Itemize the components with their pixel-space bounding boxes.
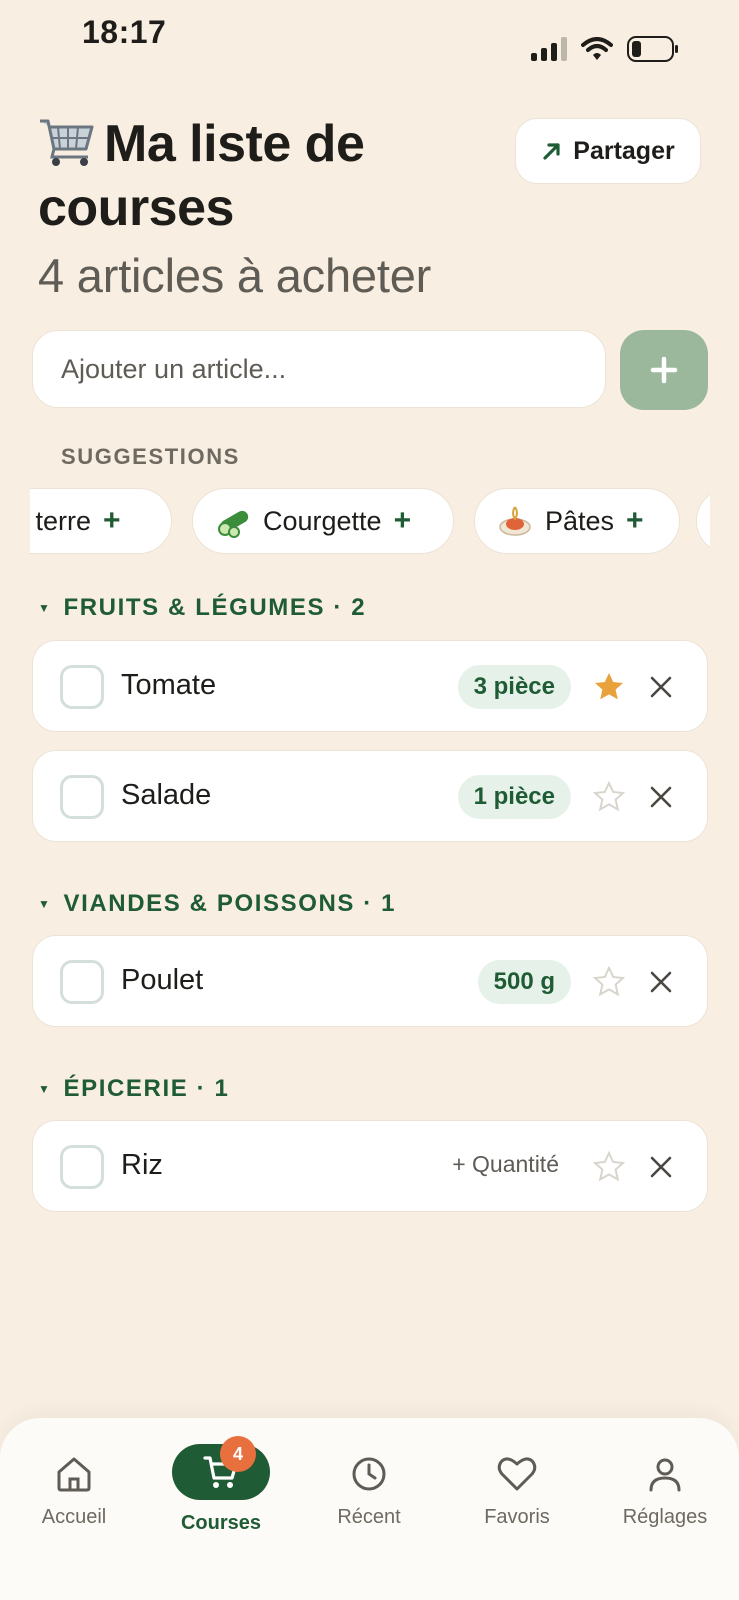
plus-icon: + <box>103 504 121 537</box>
item-checkbox[interactable] <box>60 1145 104 1189</box>
plus-icon: + <box>626 504 644 537</box>
section-title: ÉPICERIE · 1 <box>63 1075 230 1102</box>
wifi-icon <box>581 37 613 60</box>
cart-count-badge: 4 <box>220 1436 256 1472</box>
tab-accueil[interactable]: Accueil <box>14 1454 134 1529</box>
status-icons <box>531 36 679 62</box>
tab-label: Réglages <box>622 1506 708 1528</box>
home-icon <box>57 1457 91 1492</box>
tab-label: Accueil <box>41 1506 107 1528</box>
status-bar: 18:17 <box>0 0 739 70</box>
item-name: Tomate <box>121 669 217 701</box>
plus-icon <box>650 356 678 384</box>
close-icon[interactable] <box>647 673 675 701</box>
section-title: VIANDES & POISSONS · 1 <box>63 890 397 917</box>
collapse-triangle-icon: ▼ <box>38 1082 52 1096</box>
close-icon[interactable] <box>647 783 675 811</box>
item-checkbox[interactable] <box>60 775 104 819</box>
active-tab-pill: 4 <box>172 1436 270 1500</box>
suggestions-strip[interactable]: e terre + Courgette + Pâtes + <box>30 486 710 556</box>
collapse-triangle-icon: ▼ <box>38 897 52 911</box>
collapse-triangle-icon: ▼ <box>38 601 52 615</box>
suggestion-chip-label: Courgette <box>263 505 382 536</box>
section-title: FRUITS & LÉGUMES · 2 <box>63 594 367 621</box>
status-time: 18:17 <box>82 14 167 50</box>
spaghetti-icon <box>499 506 531 536</box>
add-quantity-button[interactable]: + Quantité <box>452 1151 559 1178</box>
page-title: Ma liste de courses <box>38 112 508 240</box>
heart-icon <box>497 1457 537 1491</box>
arrow-up-right-icon <box>543 143 560 160</box>
user-icon <box>649 1458 681 1492</box>
list-item: Poulet 500 g <box>32 935 708 1027</box>
tab-label: Courses <box>180 1512 262 1534</box>
share-button[interactable]: Partager <box>515 118 701 184</box>
tab-favoris[interactable]: Favoris <box>457 1454 577 1529</box>
suggestion-chip-label: e terre <box>30 505 92 536</box>
item-name: Riz <box>121 1149 163 1181</box>
battery-icon <box>627 36 678 62</box>
tab-courses[interactable]: 4 Courses <box>161 1436 281 1535</box>
suggestion-chip-label: Pâtes <box>545 505 615 536</box>
list-item: Tomate 3 pièce <box>32 640 708 732</box>
suggestion-chip[interactable]: Courgette + <box>192 488 454 554</box>
section-header-viandes-poissons[interactable]: ▼ VIANDES & POISSONS · 1 <box>38 890 396 918</box>
star-outline-icon[interactable] <box>593 966 625 998</box>
items-count-subtitle: 4 articles à acheter <box>38 249 432 302</box>
tab-recent[interactable]: Récent <box>309 1454 429 1529</box>
shopping-cart-icon <box>40 119 94 166</box>
add-item-row: Ajouter un article... <box>32 330 708 412</box>
clock-icon <box>352 1457 386 1491</box>
star-filled-icon[interactable] <box>593 671 625 703</box>
tab-label: Favoris <box>484 1506 550 1528</box>
add-item-button[interactable] <box>620 330 708 410</box>
signal-icon <box>531 37 567 61</box>
item-quantity[interactable]: 1 pièce <box>457 775 571 819</box>
item-name: Salade <box>121 779 212 811</box>
plus-icon: + <box>393 504 412 537</box>
tab-label: Récent <box>337 1506 401 1528</box>
close-icon[interactable] <box>647 968 675 996</box>
add-item-input[interactable]: Ajouter un article... <box>32 330 606 408</box>
item-quantity[interactable]: 500 g <box>477 960 571 1004</box>
item-checkbox[interactable] <box>60 960 104 1004</box>
bottom-tab-bar: Accueil 4 Courses Récent Favoris Réglage… <box>0 1418 739 1600</box>
cucumber-icon <box>218 510 249 538</box>
tab-reglages[interactable]: Réglages <box>605 1454 725 1529</box>
list-item: Riz + Quantité <box>32 1120 708 1212</box>
item-checkbox[interactable] <box>60 665 104 709</box>
list-item: Salade 1 pièce <box>32 750 708 842</box>
section-header-fruits-legumes[interactable]: ▼ FRUITS & LÉGUMES · 2 <box>38 594 366 622</box>
item-quantity[interactable]: 3 pièce <box>457 665 571 709</box>
close-icon[interactable] <box>647 1153 675 1181</box>
suggestion-chip[interactable] <box>696 488 710 554</box>
page-header: Ma liste de courses 4 articles à acheter <box>38 112 508 303</box>
suggestions-label: SUGGESTIONS <box>61 444 240 469</box>
star-outline-icon[interactable] <box>593 781 625 813</box>
star-outline-icon[interactable] <box>593 1151 625 1183</box>
section-header-epicerie[interactable]: ▼ ÉPICERIE · 1 <box>38 1075 229 1103</box>
share-button-label: Partager <box>573 136 675 165</box>
item-name: Poulet <box>121 964 204 996</box>
suggestion-chip[interactable]: e terre + <box>30 488 172 554</box>
suggestion-chip[interactable]: Pâtes + <box>474 488 680 554</box>
